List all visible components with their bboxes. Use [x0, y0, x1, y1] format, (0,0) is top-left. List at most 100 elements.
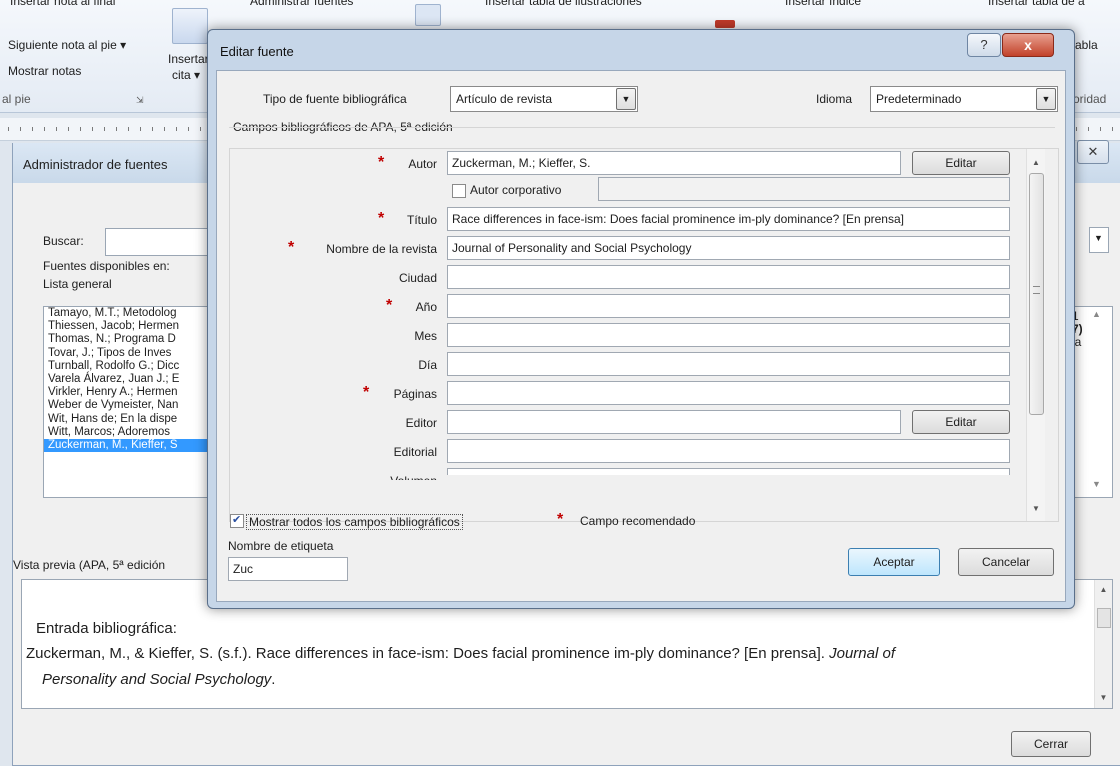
close-icon[interactable]: x	[1002, 33, 1054, 57]
manage-sources-button[interactable]: Administrar fuentes	[250, 0, 353, 8]
source-manager-title: Administrador de fuentes	[23, 157, 168, 172]
scroll-down-icon[interactable]: ▼	[1092, 479, 1101, 489]
journal-name-label: Nombre de la revista	[326, 242, 437, 256]
corporate-author-checkbox[interactable]	[452, 184, 466, 198]
scroll-thumb[interactable]	[1029, 173, 1044, 415]
preview-journal-part1: Journal of	[829, 645, 895, 662]
group-divider	[229, 127, 1055, 128]
source-list-item[interactable]: Thomas, N.; Programa D	[44, 333, 224, 346]
scroll-up-icon[interactable]: ▲	[1095, 582, 1112, 598]
table-of-figures-icon[interactable]	[415, 4, 441, 26]
edit-editor-button[interactable]: Editar	[912, 410, 1010, 434]
close-button[interactable]: Cerrar	[1011, 731, 1091, 757]
author-field[interactable]: Zuckerman, M.; Kieffer, S.	[447, 151, 901, 175]
volume-field[interactable]	[447, 468, 1010, 475]
editor-field[interactable]	[447, 410, 901, 434]
journal-name-value: Journal of Personality and Social Psycho…	[452, 241, 692, 255]
insert-citation-icon[interactable]	[172, 8, 208, 44]
source-list-item[interactable]: Varela Álvarez, Juan J.; E	[44, 373, 224, 386]
master-list-label: Lista general	[43, 277, 112, 291]
source-type-label: Tipo de fuente bibliográfica	[263, 92, 407, 106]
preview-entry-line1: Zuckerman, M., & Kieffer, S. (s.f.). Rac…	[26, 645, 895, 662]
language-select[interactable]: Predeterminado ▼	[870, 86, 1058, 112]
author-value: Zuckerman, M.; Kieffer, S.	[452, 156, 591, 170]
scroll-up-icon[interactable]: ▲	[1027, 155, 1045, 171]
help-icon[interactable]: ?	[967, 33, 1001, 57]
chevron-down-icon[interactable]: ▼	[1036, 88, 1056, 110]
edit-source-dialog: Editar fuente ? x Tipo de fuente bibliog…	[207, 29, 1075, 609]
year-field[interactable]	[447, 294, 1010, 318]
master-source-list[interactable]: Tamayo, M.T.; Metodolog Thiessen, Jacob; …	[43, 306, 225, 498]
source-list-item[interactable]: Witt, Marcos; Adoremos	[44, 426, 224, 439]
source-type-select[interactable]: Artículo de revista ▼	[450, 86, 638, 112]
scroll-thumb[interactable]	[1097, 608, 1111, 628]
insert-table-of-authorities-button[interactable]: Insertar tabla de a	[988, 0, 1085, 8]
required-marker: *	[288, 239, 295, 256]
dialog-launcher-icon[interactable]: ⇲	[136, 95, 144, 106]
preview-journal-part2: Personality and Social Psychology	[42, 671, 272, 688]
insert-table-of-figures-button[interactable]: Insertar tabla de ilustraciones	[485, 0, 642, 8]
source-list-item[interactable]: Turnball, Rodolfo G.; Dicc	[44, 360, 224, 373]
update-table-partial[interactable]: abla	[1075, 38, 1098, 52]
preview-heading: Entrada bibliográfica:	[36, 620, 177, 637]
insert-citation-label-2[interactable]: cita ▾	[172, 68, 200, 82]
insert-endnote-button[interactable]: Insertar nota al final	[10, 0, 115, 8]
edit-author-button[interactable]: Editar	[912, 151, 1010, 175]
show-notes-button[interactable]: Mostrar notas	[8, 64, 81, 78]
chevron-down-icon[interactable]: ▼	[616, 88, 636, 110]
insert-citation-label-text: cita	[172, 68, 191, 82]
source-list-item[interactable]: Virkler, Henry A.; Hermen	[44, 386, 224, 399]
corporate-author-label: Autor corporativo	[470, 183, 562, 197]
insert-index-button[interactable]: Insertar índice	[785, 0, 861, 8]
recommended-field-label: Campo recomendado	[580, 514, 696, 528]
city-field[interactable]	[447, 265, 1010, 289]
scroll-down-icon[interactable]: ▼	[1027, 501, 1045, 517]
show-all-fields-label[interactable]: Mostrar todos los campos bibliográficos	[246, 514, 463, 530]
show-all-fields-checkbox[interactable]	[230, 513, 244, 528]
insert-citation-label[interactable]: Insertar	[168, 52, 209, 66]
preview-entry-line2: Personality and Social Psychology.	[42, 671, 275, 688]
day-label: Día	[418, 358, 437, 372]
required-marker: *	[363, 384, 370, 401]
close-icon[interactable]: ✕	[1077, 140, 1109, 164]
journal-name-field[interactable]: Journal of Personality and Social Psycho…	[447, 236, 1010, 260]
year-label: Año	[415, 300, 437, 314]
footnotes-group-label: al pie	[2, 92, 31, 106]
source-list-item[interactable]: Thiessen, Jacob; Hermen	[44, 320, 224, 333]
source-list-item[interactable]: Weber de Vymeister, Nan	[44, 399, 224, 412]
next-footnote-label: Siguiente nota al pie	[8, 38, 117, 52]
day-field[interactable]	[447, 352, 1010, 376]
preview-scrollbar[interactable]: ▲ ▼	[1094, 580, 1112, 708]
language-label: Idioma	[816, 92, 853, 106]
title-label: Título	[406, 213, 437, 227]
next-footnote-button[interactable]: Siguiente nota al pie ▾	[8, 38, 126, 52]
publisher-label: Editorial	[393, 445, 437, 459]
scroll-up-icon[interactable]: ▲	[1092, 309, 1101, 319]
editor-label: Editor	[405, 416, 437, 430]
pages-field[interactable]	[447, 381, 1010, 405]
volume-label: Volumen	[370, 474, 437, 480]
fields-scrollbar[interactable]: ▲ ▼	[1026, 149, 1045, 521]
preview-entry-end: .	[271, 671, 276, 688]
pages-label: Páginas	[393, 387, 437, 401]
mark-entry-icon[interactable]	[715, 20, 735, 28]
source-list-item[interactable]: Tamayo, M.T.; Metodolog	[44, 307, 224, 320]
month-field[interactable]	[447, 323, 1010, 347]
list-dropdown-partial[interactable]: ▼	[1089, 227, 1109, 253]
tag-name-field[interactable]: Zuc	[228, 557, 348, 581]
required-marker: *	[378, 210, 385, 227]
preview-label: Vista previa (APA, 5ª edición	[13, 558, 166, 572]
source-list-item[interactable]: Zuckerman, M., Kieffer, S	[44, 438, 224, 453]
publisher-field[interactable]	[447, 439, 1010, 463]
ok-button[interactable]: Aceptar	[848, 548, 940, 576]
sources-available-label: Fuentes disponibles en:	[43, 259, 170, 273]
source-list-item[interactable]: Wit, Hans de; En la dispe	[44, 413, 224, 426]
scroll-down-icon[interactable]: ▼	[1095, 690, 1112, 706]
corporate-author-field[interactable]	[598, 177, 1010, 201]
tag-name-label: Nombre de etiqueta	[228, 539, 334, 553]
required-marker: *	[378, 154, 385, 171]
title-field[interactable]: Race differences in face-ism: Does facia…	[447, 207, 1010, 231]
city-label: Ciudad	[398, 271, 437, 285]
source-list-item[interactable]: Tovar, J.; Tipos de Inves	[44, 347, 224, 360]
cancel-button[interactable]: Cancelar	[958, 548, 1054, 576]
